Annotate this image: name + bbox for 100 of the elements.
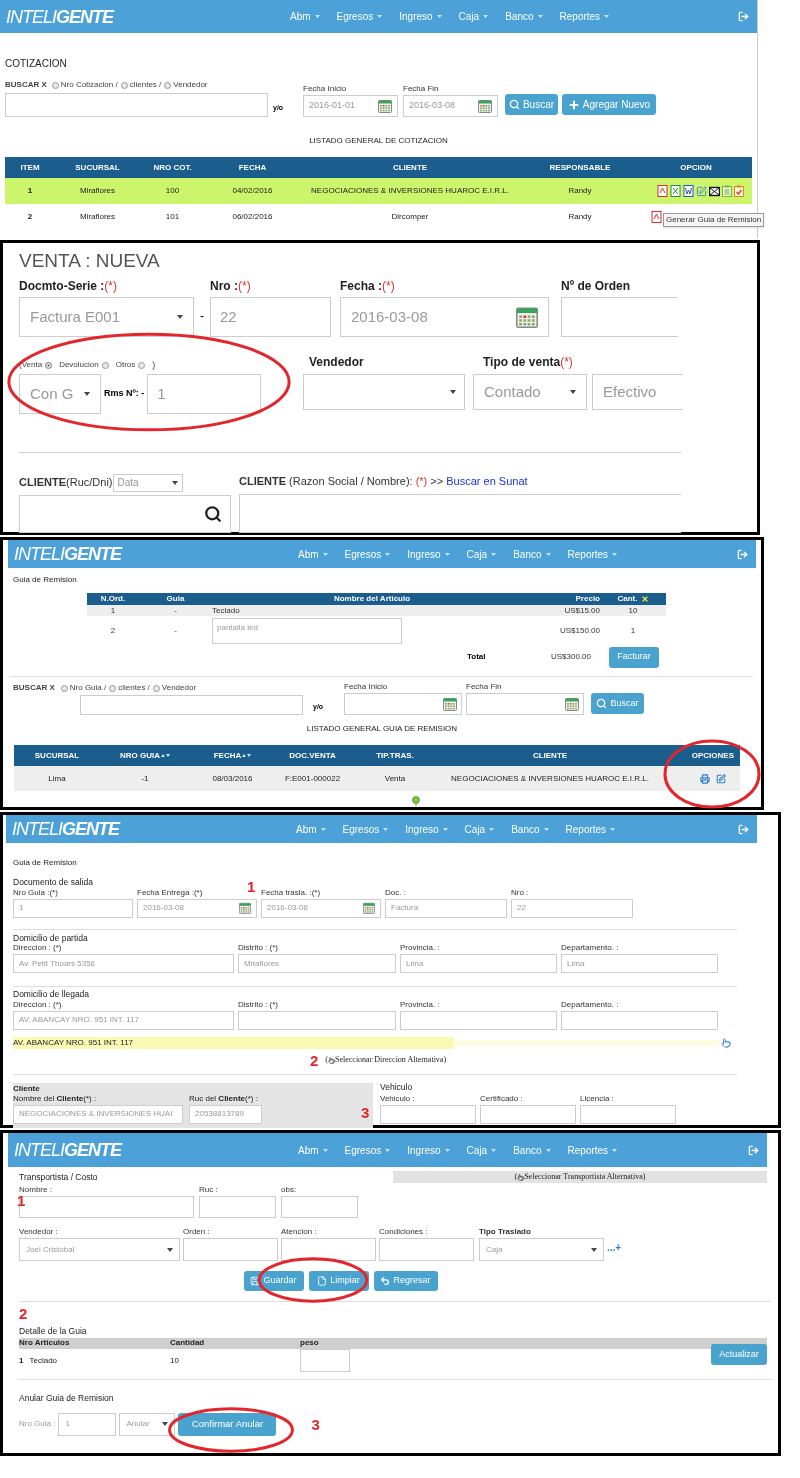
- field-label: CLIENTE(Ruc/Dni): [19, 475, 113, 491]
- field-label: Fecha Fin: [403, 84, 440, 94]
- page-title: Guia de Remision: [13, 574, 78, 586]
- table-cell-text: Miraflores: [78, 211, 117, 223]
- column-header: N.Ord.: [100, 593, 126, 605]
- table-cell-text: F:E001-000022: [283, 772, 342, 785]
- field-label: Vehiculo :: [380, 1093, 416, 1104]
- table-cell-text: Randy: [567, 185, 593, 197]
- field-label: Nro Guia :(*): [13, 887, 59, 898]
- column-header: SUCURSAL: [33, 749, 81, 762]
- field-label: Condiciones :: [379, 1227, 429, 1237]
- annotation-number: 1: [17, 1193, 26, 1208]
- column-header: OPCIONES: [690, 749, 735, 762]
- column-header: peso: [300, 1337, 319, 1350]
- field-label: Departamento. :: [561, 943, 620, 954]
- table-cell-text: Lima: [47, 772, 67, 785]
- table-cell-text: NEGOCIACIONES & INVERSIONES HUAROC E.I.R.L.: [450, 772, 650, 785]
- option-label: clientes /: [118, 682, 150, 694]
- table-cell: 2: [110, 625, 116, 637]
- column-header: RESPONSABLE: [548, 161, 612, 174]
- annotation-number: 2: [310, 1052, 319, 1068]
- table-cell-text: -1: [140, 772, 150, 785]
- column-header: Guia: [166, 593, 185, 605]
- field-label: Nº de Orden: [561, 278, 632, 295]
- section-title: Documento de salida: [13, 877, 93, 888]
- table-cell: 1: [630, 625, 636, 637]
- field-label: Fecha Inicio: [303, 84, 348, 94]
- field-label: Vendedor :: [19, 1227, 59, 1237]
- field-label: Orden :: [183, 1227, 211, 1237]
- search-label: BUSCAR X: [5, 79, 47, 91]
- option-label: Vendedor: [161, 682, 197, 694]
- table-cell: 1: [110, 604, 116, 617]
- table-cell: US$15.00: [564, 604, 600, 617]
- column-header: DOC.VENTA: [288, 749, 337, 762]
- column-header: Precio: [575, 593, 600, 605]
- field-label: Ruc :: [199, 1185, 219, 1195]
- tooltip: Generar Guia de Remision: [663, 213, 765, 227]
- table-cell-text: 2: [26, 211, 34, 223]
- form-title: VENTA : NUEVA: [19, 251, 161, 270]
- section-title: Anular Guia de Remision: [19, 1391, 114, 1405]
- table-cell-text: 06/02/2016: [231, 211, 274, 223]
- table-cell-text: Randy: [567, 211, 593, 223]
- field-label: Nro Guia :: [19, 1418, 56, 1430]
- column-header: Cantidad: [170, 1337, 206, 1350]
- annotation-number: 3: [311, 1416, 320, 1432]
- field-label: Direccion : (*): [13, 999, 63, 1010]
- table-cell-text: Dircomper: [390, 211, 430, 223]
- table-cell: -: [174, 604, 177, 617]
- total-value: US$300.00: [549, 651, 591, 663]
- field-label: Nro :(*): [210, 278, 252, 295]
- field-label: Fecha :(*): [340, 278, 396, 295]
- search-label: BUSCAR X: [13, 682, 55, 694]
- field-label: Licencia :: [580, 1093, 615, 1104]
- bracket: ): [152, 358, 156, 372]
- table-cell: -: [174, 625, 177, 637]
- list-title: LISTADO GENERAL DE COTIZACION: [308, 135, 449, 147]
- annotation-number: 1: [247, 879, 256, 894]
- field-label: Nombre :: [19, 1185, 53, 1195]
- section-title: Vehiculo: [380, 1080, 414, 1094]
- field-label: CLIENTE (Razon Social / Nombre): (*) >> Buscar en Sunat: [239, 474, 529, 489]
- table-cell-text: 04/02/2016: [231, 185, 274, 197]
- table-cell: 10: [628, 604, 638, 617]
- column-header: FECHA: [190, 749, 275, 762]
- option-label: Nro Guia /: [69, 682, 107, 694]
- table-cell: Teclado: [212, 604, 240, 617]
- table-cell-text: 101: [164, 211, 181, 223]
- field-label: Fecha Fin: [466, 682, 503, 692]
- field-label: Nro :: [511, 887, 530, 898]
- option-label: Nro Cotizacion /: [60, 79, 118, 91]
- option-label: Otros: [115, 359, 136, 372]
- table-cell-text: Venta: [383, 772, 407, 785]
- field-label: Provincia. :: [400, 943, 441, 954]
- field-label: Fecha trasla. :(*): [261, 887, 322, 898]
- column-header: CLIENTE: [391, 161, 429, 174]
- field-label: Distrito : (*): [238, 943, 279, 954]
- column-header: NRO GUIA: [100, 749, 190, 762]
- field-label: Direccion : (*): [13, 943, 63, 954]
- field-label: Nombre del Cliente(*) :: [13, 1093, 98, 1104]
- column-header: Nro Articulos: [19, 1337, 71, 1350]
- field-label: Provincia. :: [400, 999, 441, 1010]
- page-title: COTIZACION: [5, 57, 68, 71]
- table-cell-text: 08/03/2016: [211, 772, 254, 785]
- field-label: Docmto-Serie :(*): [19, 278, 119, 295]
- option-label: clientes /: [129, 79, 162, 91]
- section-title: Transportista / Costo: [19, 1171, 99, 1184]
- section-title: Domicilio de partida: [13, 932, 88, 944]
- annotation-number: 3: [361, 1104, 371, 1123]
- field-label: Atencion :: [281, 1227, 318, 1237]
- separator: -: [200, 308, 204, 325]
- section-title: Domicilio de llegada: [13, 989, 90, 1000]
- field-label: Distrito : (*): [238, 999, 279, 1010]
- page-title: Guia de Remision: [13, 857, 78, 869]
- field-label: Tipo de venta(*): [483, 354, 574, 371]
- table-cell-text: 10: [170, 1354, 180, 1367]
- annotation-number: 2: [19, 1306, 28, 1321]
- table-cell-text: NEGOCIACIONES & INVERSIONES HUAROC E.I.R.L.: [310, 185, 510, 197]
- option-label: Vendedor: [173, 79, 208, 91]
- field-label: Vendedor: [309, 354, 365, 371]
- column-header: SUCURSAL: [74, 161, 121, 174]
- table-cell-text: 100: [164, 185, 181, 197]
